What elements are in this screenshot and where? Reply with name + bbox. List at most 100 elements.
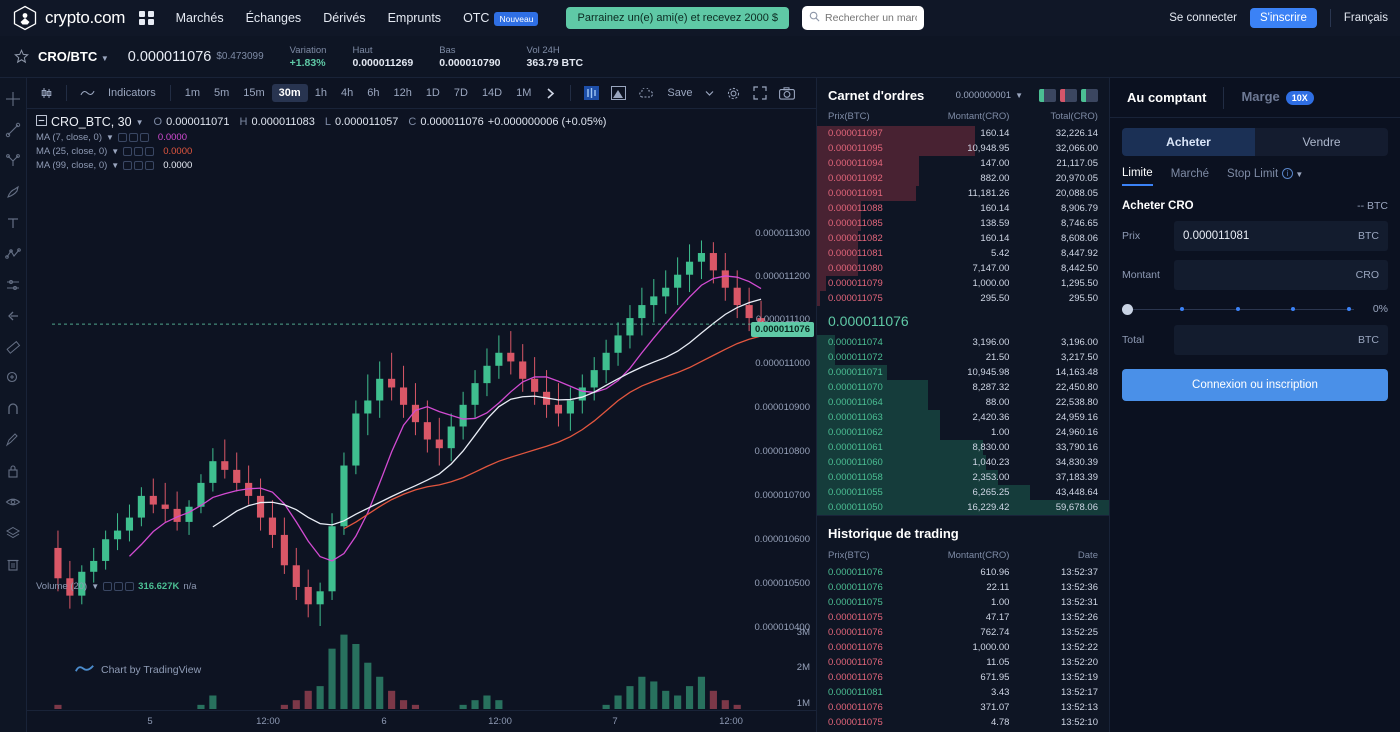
nav-item-emprunts[interactable]: Emprunts <box>388 11 442 25</box>
chart-type-bars-icon[interactable] <box>578 86 605 100</box>
volume-chevron-icon[interactable]: ▼ <box>91 582 99 591</box>
brand-logo[interactable]: crypto.com <box>12 5 125 31</box>
price-input[interactable] <box>1183 230 1358 242</box>
slider-dot-25[interactable] <box>1180 307 1184 311</box>
orderbook-precision-selector[interactable]: 0.000000001 ▼ <box>956 90 1023 101</box>
ma-25-controls[interactable] <box>123 147 155 156</box>
chart-settings-gear-icon[interactable] <box>720 86 747 101</box>
ma-99-controls[interactable] <box>123 161 155 170</box>
tab-margin[interactable]: Marge 10X <box>1224 77 1330 118</box>
slider-knob[interactable] <box>1122 303 1133 315</box>
orderbook-row[interactable]: 0.000011079 1,000.00 1,295.50 <box>817 276 1109 291</box>
ma-99-chevron-icon[interactable]: ▼ <box>111 161 119 170</box>
magnet-tool-icon[interactable] <box>2 394 25 423</box>
trend-line-tool-icon[interactable] <box>2 115 25 144</box>
orderbook-row[interactable]: 0.000011058 2,353.00 37,183.39 <box>817 470 1109 485</box>
orderbook-row[interactable]: 0.000011060 1,040.23 34,830.39 <box>817 455 1109 470</box>
favorite-star-icon[interactable] <box>8 49 34 64</box>
language-selector[interactable]: Français <box>1344 12 1388 24</box>
save-chevron-down-icon[interactable] <box>699 90 720 97</box>
interval-4h[interactable]: 4h <box>334 84 360 102</box>
amount-percent-slider[interactable]: 0% <box>1122 302 1388 316</box>
apps-grid-icon[interactable] <box>139 10 154 26</box>
order-type-market[interactable]: Marché <box>1171 168 1209 185</box>
stop-limit-chevron-down-icon[interactable]: ▼ <box>1293 170 1303 179</box>
referral-banner-button[interactable]: Parrainez un(e) ami(e) et recevez 2000 $ <box>566 7 790 29</box>
interval-14d[interactable]: 14D <box>475 84 509 102</box>
total-input[interactable] <box>1183 334 1358 346</box>
orderbook-row[interactable]: 0.000011097 160.14 32,226.14 <box>817 126 1109 141</box>
nav-item-marches[interactable]: Marchés <box>176 11 224 25</box>
slider-dot-75[interactable] <box>1291 307 1296 311</box>
lock-icon[interactable] <box>2 456 25 485</box>
orderbook-row[interactable]: 0.000011088 160.14 8,906.79 <box>817 201 1109 216</box>
layout-both-icon[interactable] <box>1039 89 1056 102</box>
slider-dot-50[interactable] <box>1235 307 1240 311</box>
orderbook-row[interactable]: 0.000011091 11,181.26 20,088.05 <box>817 186 1109 201</box>
orderbook-row[interactable]: 0.000011063 2,420.36 24,959.16 <box>817 410 1109 425</box>
save-cloud-icon[interactable] <box>632 87 660 99</box>
eye-visibility-icon[interactable] <box>2 487 25 516</box>
layout-asks-icon[interactable] <box>1060 89 1077 102</box>
orderbook-row[interactable]: 0.000011082 160.14 8,608.06 <box>817 231 1109 246</box>
chart-type-depth-icon[interactable] <box>605 86 632 100</box>
zoom-tool-icon[interactable] <box>2 363 25 392</box>
price-chart-area[interactable]: CRO_BTC, 30 ▼ O 0.000011071 H 0.000011083 … <box>27 109 816 710</box>
layout-bids-icon[interactable] <box>1081 89 1098 102</box>
orderbook-row[interactable]: 0.000011080 7,147.00 8,442.50 <box>817 261 1109 276</box>
slider-track[interactable] <box>1122 302 1354 316</box>
orderbook-row[interactable]: 0.000011085 138.59 8,746.65 <box>817 216 1109 231</box>
pattern-tool-icon[interactable] <box>2 239 25 268</box>
crosshair-tool-icon[interactable] <box>2 84 25 113</box>
login-link[interactable]: Se connecter <box>1169 12 1237 24</box>
orderbook-row[interactable]: 0.000011075 295.50 295.50 <box>817 291 1109 306</box>
orderbook-row[interactable]: 0.000011094 147.00 21,117.05 <box>817 156 1109 171</box>
interval-1d[interactable]: 1D <box>419 84 447 102</box>
text-tool-icon[interactable] <box>2 208 25 237</box>
orderbook-row[interactable]: 0.000011074 3,196.00 3,196.00 <box>817 335 1109 350</box>
interval-12h[interactable]: 12h <box>386 84 418 102</box>
orderbook-row[interactable]: 0.000011064 88.00 22,538.80 <box>817 395 1109 410</box>
candle-style-icon[interactable] <box>33 86 59 100</box>
orderbook-row[interactable]: 0.000011055 6,265.25 43,448.64 <box>817 485 1109 500</box>
tab-spot[interactable]: Au comptant <box>1110 78 1223 118</box>
interval-1M[interactable]: 1M <box>509 84 538 102</box>
legend-collapse-icon[interactable] <box>36 115 47 129</box>
interval-5m[interactable]: 5m <box>207 84 236 102</box>
fullscreen-icon[interactable] <box>747 86 773 100</box>
buy-tab[interactable]: Acheter <box>1122 128 1255 156</box>
tradingview-credit[interactable]: Chart by TradingView <box>75 662 201 678</box>
amount-input[interactable] <box>1183 269 1356 281</box>
interval-15m[interactable]: 15m <box>236 84 271 102</box>
slider-dot-100[interactable] <box>1347 307 1352 311</box>
amount-field-box[interactable]: CRO <box>1174 260 1388 290</box>
interval-7d[interactable]: 7D <box>447 84 475 102</box>
more-intervals-chevron-icon[interactable] <box>538 87 563 100</box>
layers-icon[interactable] <box>2 518 25 547</box>
nav-item-otc[interactable]: OTC Nouveau <box>463 11 539 26</box>
fib-fork-tool-icon[interactable] <box>2 146 25 175</box>
orderbook-row[interactable]: 0.000011062 1.00 24,960.16 <box>817 425 1109 440</box>
pair-selector[interactable]: CRO/BTC ▼ <box>38 49 109 64</box>
total-field-box[interactable]: BTC <box>1174 325 1388 355</box>
orderbook-row[interactable]: 0.000011050 16,229.42 59,678.06 <box>817 500 1109 515</box>
login-or-register-button[interactable]: Connexion ou inscription <box>1122 369 1388 401</box>
brush-tool-icon[interactable] <box>2 177 25 206</box>
interval-1h[interactable]: 1h <box>308 84 334 102</box>
info-icon[interactable]: i <box>1282 168 1294 179</box>
volume-controls[interactable] <box>103 582 135 591</box>
nav-item-echanges[interactable]: Échanges <box>246 11 302 25</box>
interval-1m[interactable]: 1m <box>178 84 207 102</box>
interval-6h[interactable]: 6h <box>360 84 386 102</box>
ma-7-chevron-icon[interactable]: ▼ <box>106 133 114 142</box>
orderbook-row[interactable]: 0.000011072 21.50 3,217.50 <box>817 350 1109 365</box>
nav-item-derives[interactable]: Dérivés <box>323 11 365 25</box>
market-search-box[interactable] <box>802 6 925 30</box>
drawing-lock-pencil-icon[interactable] <box>2 425 25 454</box>
orderbook-row[interactable]: 0.000011095 10,948.95 32,066.00 <box>817 141 1109 156</box>
forecast-tool-icon[interactable] <box>2 270 25 299</box>
trash-icon[interactable] <box>2 549 25 578</box>
orderbook-row[interactable]: 0.000011081 5.42 8,447.92 <box>817 246 1109 261</box>
order-type-limit[interactable]: Limite <box>1122 167 1153 186</box>
save-button[interactable]: Save <box>660 84 699 102</box>
